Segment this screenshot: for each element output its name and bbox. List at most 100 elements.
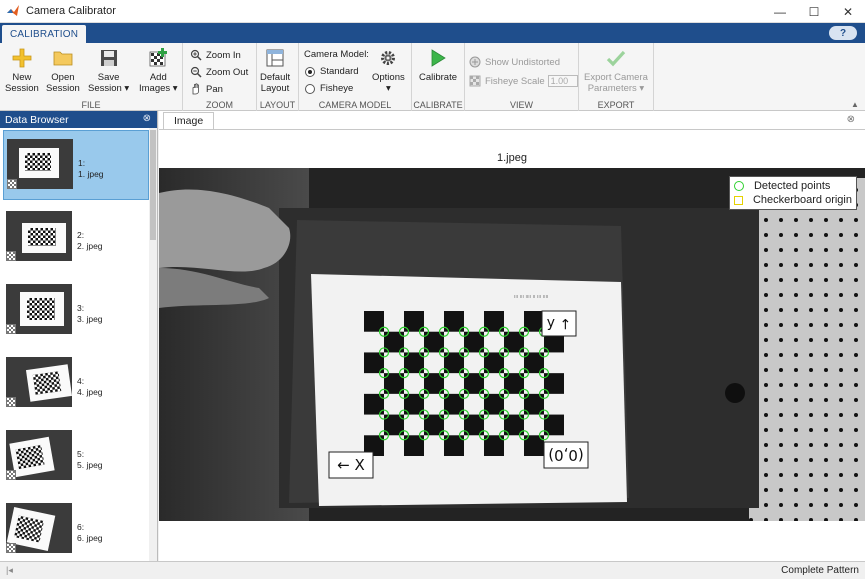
thumbnail <box>7 139 73 189</box>
thumbnail <box>6 357 72 407</box>
thumbnail <box>6 211 72 261</box>
calibrate-button[interactable]: Calibrate <box>419 47 457 83</box>
zoom-group-label: ZOOM <box>206 100 233 110</box>
thumbnail <box>6 430 72 480</box>
show-undistorted-toggle[interactable]: Show Undistorted <box>469 56 560 68</box>
save-disk-icon <box>98 47 120 69</box>
pattern-status-icon <box>6 251 16 261</box>
image-panel: Image ⊗ 1.jpeg ııı ııı ıııı ıı ııı ıııı … <box>159 111 865 561</box>
collapse-ribbon-icon[interactable]: ▲ <box>851 100 861 109</box>
svg-text:ııı ııı ıııı ıı ııı ıııı: ııı ııı ıııı ıı ııı ıııı <box>514 294 548 300</box>
image-list: 1: 1. jpeg 2: 2. jpeg 3: 3. jpeg 4: 4. j… <box>0 128 150 561</box>
fisheye-scale-input[interactable]: 1.00 <box>547 75 578 87</box>
play-icon <box>427 47 449 69</box>
fisheye-scale-icon <box>469 75 481 87</box>
add-images-button[interactable]: Add Images ▾ <box>139 47 178 94</box>
view-group-label: VIEW <box>509 100 533 110</box>
list-item[interactable]: 6: 6. jpeg <box>3 495 149 561</box>
status-text: Complete Pattern <box>781 565 859 576</box>
svg-text:↓ ʎ: ↓ ʎ <box>547 315 571 331</box>
thumbnail <box>6 503 72 553</box>
layout-group: Default Layout LAYOUT <box>257 43 299 111</box>
zoom-out-button[interactable]: Zoom Out <box>190 66 248 78</box>
default-layout-button[interactable]: Default Layout <box>260 47 290 94</box>
pattern-status-icon <box>6 324 16 334</box>
minimize-button[interactable]: — <box>763 0 797 23</box>
help-button[interactable]: ? <box>829 26 857 40</box>
open-session-button[interactable]: Open Session <box>46 47 80 94</box>
calibration-image[interactable]: ııı ııı ıııı ıı ııı ıııı ↓ ʎ ← X (0,0) D… <box>159 168 865 521</box>
zoom-group: Zoom In Zoom Out Pan ZOOM <box>183 43 257 111</box>
tab-calibration[interactable]: CALIBRATION <box>2 25 87 43</box>
fisheye-radio[interactable]: Fisheye <box>305 83 353 94</box>
file-group: New Session Open Session Save Session ▾ <box>0 43 183 111</box>
maximize-button[interactable]: ☐ <box>797 0 831 23</box>
camera-model-title: Camera Model: <box>304 49 369 60</box>
svg-text:← X: ← X <box>337 456 365 474</box>
matlab-app-icon <box>7 5 19 16</box>
panel-close-icon[interactable]: ⊗ <box>847 114 855 125</box>
pattern-status-icon <box>7 179 17 189</box>
window-title: Camera Calibrator <box>26 5 116 17</box>
data-browser-scrollbar[interactable] <box>149 128 157 561</box>
toolstrip: New Session Open Session Save Session ▾ <box>0 43 865 111</box>
x-axis-label: ← X <box>328 451 374 479</box>
layout-group-label: LAYOUT <box>259 100 296 110</box>
list-item[interactable]: 2: 2. jpeg <box>3 203 149 273</box>
export-group-label: EXPORT <box>597 100 635 110</box>
calibrate-group: Calibrate CALIBRATE <box>412 43 465 111</box>
pattern-status-icon <box>6 543 16 553</box>
checkmark-icon <box>605 47 627 69</box>
origin-label: (0,0) <box>543 441 589 469</box>
zoom-in-icon <box>190 49 202 61</box>
panel-options-icon[interactable]: ⊗ <box>143 113 151 124</box>
fisheye-scale-control[interactable]: Fisheye Scale 1.00 <box>469 75 578 87</box>
status-bar: |◂ Complete Pattern <box>0 561 865 579</box>
data-browser-title: Data Browser <box>5 113 69 126</box>
y-axis-label: ↓ ʎ <box>541 310 577 337</box>
list-item[interactable]: 5: 5. jpeg <box>3 422 149 492</box>
list-item[interactable]: 1: 1. jpeg <box>3 130 149 200</box>
folder-icon <box>52 47 74 69</box>
ribbon-tab-strip: CALIBRATION ? <box>0 23 865 43</box>
pan-hand-icon <box>190 83 202 95</box>
new-plus-icon <box>11 47 33 69</box>
export-group: Export Camera Parameters ▾ EXPORT <box>579 43 654 111</box>
zoom-out-icon <box>190 66 202 78</box>
legend-detected: Detected points <box>733 179 852 193</box>
svg-text:(0,0): (0,0) <box>548 446 584 464</box>
add-images-icon <box>147 47 169 69</box>
options-button[interactable]: Options ▾ <box>372 47 405 94</box>
zoom-in-button[interactable]: Zoom In <box>190 49 241 61</box>
pattern-status-icon <box>6 470 16 480</box>
file-group-label: FILE <box>81 100 101 110</box>
calibration-photo-svg: ııı ııı ıııı ıı ııı ıııı ↓ ʎ ← X (0,0) <box>159 168 865 521</box>
standard-radio[interactable]: Standard <box>305 66 359 77</box>
legend-origin: Checkerboard origin <box>733 193 852 207</box>
tab-image[interactable]: Image <box>163 112 215 129</box>
camera-model-group: Camera Model: Standard Fisheye Options ▾… <box>299 43 412 111</box>
view-group: Show Undistorted Fisheye Scale 1.00 VIEW <box>465 43 579 111</box>
pan-button[interactable]: Pan <box>190 83 223 95</box>
new-session-button[interactable]: New Session <box>5 47 39 94</box>
title-bar: Camera Calibrator — ☐ ✕ <box>0 0 865 23</box>
fisheye-radio-dot <box>305 83 315 94</box>
save-session-button[interactable]: Save Session ▾ <box>88 47 129 94</box>
thumbnail <box>6 284 72 334</box>
layout-grid-icon <box>264 47 286 69</box>
data-browser-header: Data Browser ⊗ <box>0 111 157 128</box>
close-button[interactable]: ✕ <box>831 0 865 23</box>
image-title: 1.jpeg <box>497 152 527 164</box>
camera-model-group-label: CAMERA MODEL <box>318 100 392 110</box>
scroll-left-icon[interactable]: |◂ <box>6 565 13 576</box>
legend: Detected points Checkerboard origin <box>728 176 857 210</box>
data-browser-panel: Data Browser ⊗ 1: 1. jpeg 2: 2. jpeg 3: … <box>0 111 158 561</box>
pattern-status-icon <box>6 397 16 407</box>
list-item[interactable]: 3: 3. jpeg <box>3 276 149 346</box>
calibrate-group-label: CALIBRATE <box>413 100 463 110</box>
undistort-icon <box>469 56 481 68</box>
standard-radio-dot <box>305 66 315 77</box>
gear-icon <box>377 47 399 69</box>
list-item[interactable]: 4: 4. jpeg <box>3 349 149 419</box>
export-camera-parameters-button[interactable]: Export Camera Parameters ▾ <box>584 47 648 94</box>
